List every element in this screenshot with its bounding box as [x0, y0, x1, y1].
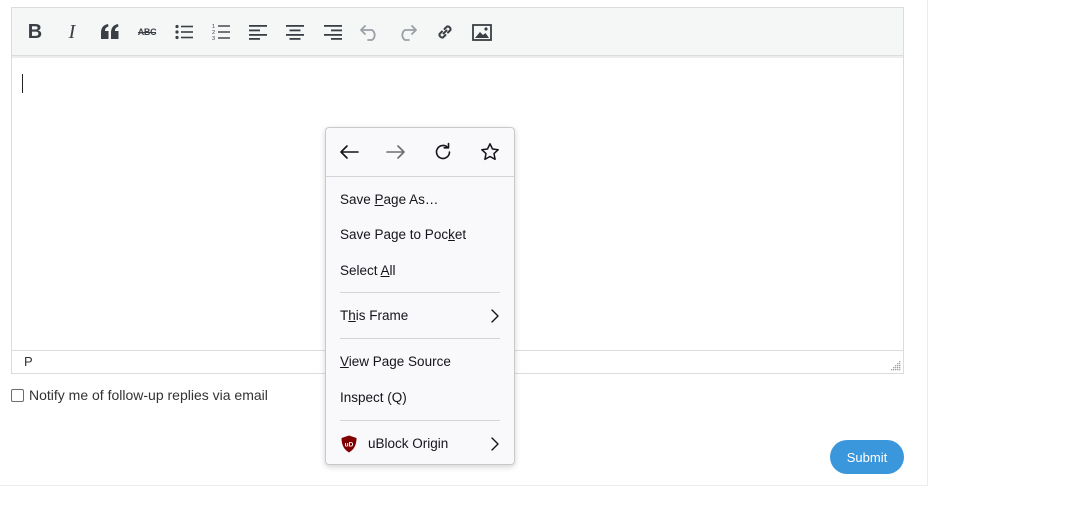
image-icon	[472, 23, 492, 41]
menu-separator	[340, 338, 500, 339]
page: B I ABC	[0, 0, 1082, 527]
star-icon	[481, 143, 499, 161]
accel-key: P	[374, 192, 384, 207]
blockquote-button[interactable]	[96, 18, 124, 46]
editor-toolbar: B I ABC	[12, 8, 903, 58]
align-left-icon	[249, 25, 267, 40]
bold-icon: B	[27, 20, 43, 43]
menu-item-select-all[interactable]: Select All	[340, 259, 500, 283]
reload-button[interactable]	[431, 140, 455, 164]
menu-item-ublock-origin[interactable]: uD uBlock Origin	[340, 432, 500, 456]
label-part: is Frame	[355, 308, 409, 323]
link-button[interactable]	[431, 18, 459, 46]
menu-item-view-page-source[interactable]: View Page Source	[340, 350, 500, 374]
accel-key: k	[448, 227, 455, 242]
bullet-list-icon	[175, 24, 193, 40]
numbered-list-button[interactable]: 1 2 3	[207, 18, 235, 46]
notify-option[interactable]: Notify me of follow-up replies via email	[11, 387, 268, 403]
menu-item-this-frame[interactable]: This Frame	[340, 304, 500, 328]
menu-item-label: Inspect (Q)	[340, 390, 407, 405]
submit-button[interactable]: Submit	[830, 440, 904, 474]
redo-button[interactable]	[393, 18, 421, 46]
label-part: iew Page Source	[348, 354, 451, 369]
element-path[interactable]: P	[24, 354, 33, 369]
italic-icon: I	[68, 20, 76, 43]
label-part: T	[340, 308, 349, 323]
forward-button[interactable]	[384, 140, 408, 164]
label-part: ll	[389, 263, 396, 278]
strikethrough-button[interactable]: ABC	[133, 18, 161, 46]
resize-handle-icon[interactable]	[891, 361, 901, 371]
chevron-right-icon	[491, 309, 499, 323]
menu-item-label: uBlock Origin	[368, 436, 449, 451]
arrow-right-icon	[386, 145, 405, 159]
quote-icon	[101, 24, 119, 39]
chevron-right-icon	[491, 437, 499, 451]
undo-icon	[360, 25, 376, 41]
label-part: age As…	[383, 192, 439, 207]
accel-key: h	[348, 308, 356, 323]
notify-label: Notify me of follow-up replies via email	[29, 387, 268, 403]
label-part: Save Page to Poc	[340, 227, 449, 242]
accel-key: A	[380, 263, 390, 278]
align-right-button[interactable]	[319, 18, 347, 46]
align-center-icon	[286, 25, 304, 40]
image-button[interactable]	[468, 18, 496, 46]
accel-key: V	[340, 354, 349, 369]
menu-separator	[340, 420, 500, 421]
label-part: Save	[340, 192, 375, 207]
label-part: Select	[340, 263, 381, 278]
align-center-button[interactable]	[281, 18, 309, 46]
back-button[interactable]	[337, 140, 361, 164]
ublock-origin-icon: uD	[341, 435, 357, 453]
menu-separator	[326, 176, 514, 177]
menu-separator	[340, 292, 500, 293]
menu-item-save-to-pocket[interactable]: Save Page to Pocket	[340, 223, 500, 247]
numbered-list-icon: 1 2 3	[212, 24, 230, 41]
bookmark-button[interactable]	[478, 140, 502, 164]
redo-icon	[401, 25, 417, 41]
link-icon	[438, 25, 452, 39]
menu-item-inspect[interactable]: Inspect (Q)	[340, 386, 500, 410]
arrow-left-icon	[340, 145, 359, 159]
svg-text:3: 3	[212, 36, 215, 41]
svg-text:uD: uD	[345, 442, 354, 449]
bold-button[interactable]: B	[21, 18, 49, 46]
align-right-icon	[324, 25, 342, 40]
strike-line	[138, 32, 156, 34]
menu-item-save-page-as[interactable]: Save Page As…	[340, 188, 500, 212]
notify-checkbox[interactable]	[11, 388, 24, 402]
undo-button[interactable]	[356, 18, 384, 46]
browser-context-menu: Save Page As… Save Page to Pocket Select…	[325, 127, 515, 465]
italic-button[interactable]: I	[58, 18, 86, 46]
reload-icon	[435, 142, 451, 160]
align-left-button[interactable]	[244, 18, 272, 46]
context-menu-nav-row	[326, 128, 514, 176]
label-part: et	[454, 227, 467, 242]
bullet-list-button[interactable]	[170, 18, 198, 46]
